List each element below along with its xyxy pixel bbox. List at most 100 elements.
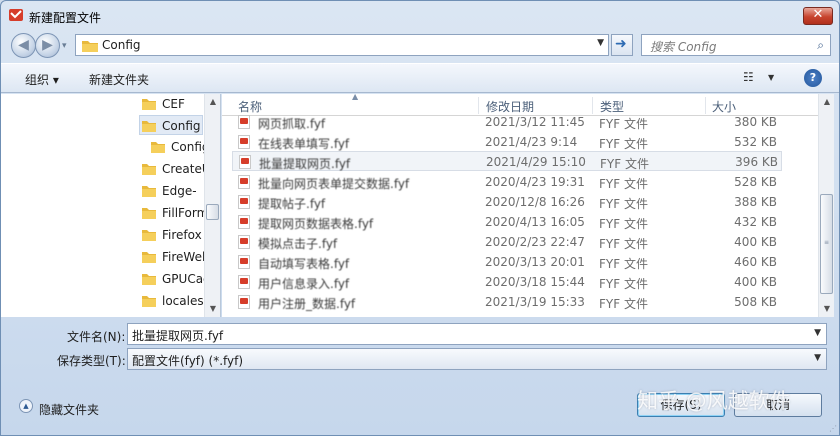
file-row[interactable]: 模拟点击子.fyf 2020/2/23 22:47 FYF 文件 400 KB [232,232,782,252]
address-path: Config [102,38,141,52]
file-row[interactable]: 在线表单填写.fyf 2021/4/23 9:14 FYF 文件 532 KB [232,132,782,152]
tree-item-label: locales [162,294,204,308]
tree-item[interactable]: Edge- [142,181,204,201]
tree-item[interactable]: GPUCac [142,269,204,289]
folder-icon [151,142,165,153]
file-type: FYF 文件 [599,297,648,311]
folder-icon [142,121,156,132]
savetype-select[interactable]: 配置文件(fyf) (*.fyf) ▼ [127,348,827,370]
scroll-down-icon[interactable]: ▼ [205,301,221,317]
file-type: FYF 文件 [599,257,648,271]
tree-item[interactable]: Firefox [142,225,204,245]
file-date: 2021/3/12 11:45 [485,115,585,129]
close-button[interactable]: ✕ [803,7,833,25]
file-size: 388 KB [734,195,777,209]
forward-arrow-icon: ▶ [42,37,53,53]
tree-item-selected[interactable]: Config [139,115,203,135]
file-row[interactable]: 提取网页数据表格.fyf 2020/4/13 16:05 FYF 文件 432 … [232,212,782,232]
navigation-scrollbar[interactable]: ▲ ▼ [204,94,220,317]
filename-value: 批量提取网页.fyf [132,329,224,343]
file-size: 400 KB [734,235,777,249]
search-icon[interactable]: ⌕ [817,38,824,53]
filename-label: 文件名(N): [67,330,126,344]
file-size: 380 KB [734,115,777,129]
sort-ascending-icon: ▲ [352,94,359,101]
back-button[interactable]: ◀ [11,33,36,58]
file-name: 提取网页数据表格.fyf [258,217,374,231]
new-folder-button[interactable]: 新建文件夹 [89,71,149,88]
file-name: 用户信息录入.fyf [258,277,350,291]
fyf-file-icon [238,235,250,249]
tree-item[interactable]: FillForm [142,203,204,223]
resize-grip-icon[interactable]: ⋰ [829,424,837,433]
fyf-file-icon [238,195,250,209]
file-size: 508 KB [734,295,777,309]
tree-item-label: Edge- [162,184,197,198]
folder-icon [142,230,156,241]
chevron-down-icon[interactable]: ▼ [597,38,604,48]
file-date: 2020/4/13 16:05 [485,215,585,229]
chevron-down-icon[interactable]: ▼ [814,353,821,363]
fyf-file-icon [238,175,250,189]
view-options-icon[interactable]: ☷ [743,70,754,84]
scroll-up-icon[interactable]: ▲ [819,94,835,110]
tree-item[interactable]: locales [142,291,204,311]
chevron-down-icon[interactable]: ▼ [768,73,774,82]
file-row-selected[interactable]: 批量提取网页.fyf 2021/4/29 15:10 FYF 文件 396 KB [232,151,782,171]
folder-icon [142,186,156,197]
folder-icon [142,274,156,285]
file-date: 2020/4/23 19:31 [485,175,585,189]
savetype-value: 配置文件(fyf) (*.fyf) [132,354,244,368]
file-row[interactable]: 网页抓取.fyf 2021/3/12 11:45 FYF 文件 380 KB [232,112,782,132]
file-size: 528 KB [734,175,777,189]
title-bar: 新建配置文件 ✕ [1,1,839,29]
file-name: 提取帖子.fyf [258,197,326,211]
app-icon [9,9,23,21]
tree-item-label: GPUCac [162,272,204,286]
save-dialog: 新建配置文件 ✕ ◀ ▶ ▾ Config ▼ ➜ 搜索 Config ⌕ 组织… [0,0,840,436]
savetype-label: 保存类型(T): [57,354,126,368]
toolbar: 组织 ▾ 新建文件夹 ☷ ▼ ? [1,63,839,93]
search-input[interactable]: 搜索 Config [650,38,717,55]
tree-item[interactable]: Config [151,137,204,157]
recent-locations-dropdown[interactable]: ▾ [62,41,67,51]
scrollbar-thumb[interactable]: ≡ [820,194,833,294]
tree-item[interactable]: FireWeb [142,247,204,267]
help-icon[interactable]: ? [804,69,822,87]
go-button[interactable]: ➜ [611,34,633,56]
address-bar[interactable]: Config ▼ [75,34,609,56]
chevron-down-icon[interactable]: ▼ [814,328,821,338]
file-name: 模拟点击子.fyf [258,237,338,251]
hide-folders-button[interactable]: 隐藏文件夹 [39,401,99,418]
file-type: FYF 文件 [599,217,648,231]
scroll-down-icon[interactable]: ▼ [819,301,835,317]
file-list-scrollbar[interactable]: ▲ ≡ ▼ [818,94,834,317]
filename-field[interactable]: 批量提取网页.fyf ▼ [127,323,827,345]
tree-item[interactable]: CEF [142,94,204,114]
file-type: FYF 文件 [599,177,648,191]
file-date: 2020/12/8 16:26 [485,195,585,209]
file-row[interactable]: 自动填写表格.fyf 2020/3/13 20:01 FYF 文件 460 KB [232,252,782,272]
search-box[interactable]: 搜索 Config ⌕ [641,34,831,56]
fyf-file-icon [239,155,251,169]
file-row[interactable]: 用户注册_数据.fyf 2021/3/19 15:33 FYF 文件 508 K… [232,292,782,312]
scroll-up-icon[interactable]: ▲ [205,94,221,110]
tree-item-label: CEF [162,97,185,111]
file-row[interactable]: 批量向网页表单提交数据.fyf 2020/4/23 19:31 FYF 文件 5… [232,172,782,192]
forward-button[interactable]: ▶ [35,33,60,58]
navigation-pane[interactable]: CEF Config Config CreateU Edge- FillForm… [1,94,221,317]
scrollbar-thumb[interactable] [206,204,219,220]
tree-item[interactable]: CreateU [142,159,204,179]
watermark: 知乎 @风越软件 [637,389,791,413]
organize-button[interactable]: 组织 ▾ [25,71,59,88]
file-name: 自动填写表格.fyf [258,257,350,271]
file-list[interactable]: 名称 ▲ 修改日期 类型 大小 网页抓取.fyf 2021/3/12 11:45… [222,94,818,317]
file-type: FYF 文件 [599,197,648,211]
tree-item-label: CreateU [162,162,204,176]
window-title: 新建配置文件 [29,11,102,25]
file-row[interactable]: 用户信息录入.fyf 2020/3/18 15:44 FYF 文件 400 KB [232,272,782,292]
folder-icon [82,41,98,52]
collapse-icon[interactable]: ▲ [19,399,33,413]
fyf-file-icon [238,295,250,309]
file-row[interactable]: 提取帖子.fyf 2020/12/8 16:26 FYF 文件 388 KB [232,192,782,212]
